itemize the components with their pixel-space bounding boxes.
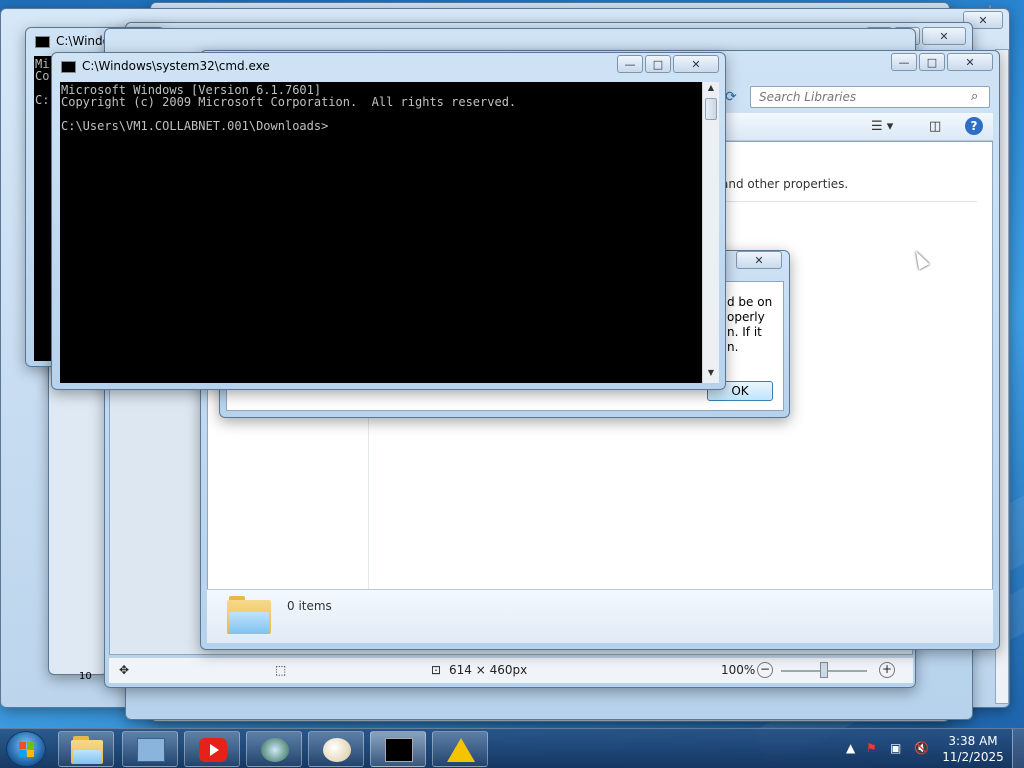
move-icon: ✥ <box>119 663 130 677</box>
close-button[interactable]: ✕ <box>673 55 719 73</box>
view-options-icon[interactable]: ☰ ▾ <box>871 119 893 134</box>
zoom-out-button[interactable]: − <box>757 662 773 678</box>
maximize-button[interactable]: □ <box>645 55 671 73</box>
folder-icon <box>71 736 103 764</box>
console-scrollbar[interactable]: ▲ ▼ <box>702 82 719 383</box>
minimize-button[interactable]: — <box>891 53 917 71</box>
close-button[interactable]: ✕ <box>736 251 782 269</box>
taskbar-browser[interactable] <box>246 731 302 767</box>
close-button[interactable]: ✕ <box>947 53 993 71</box>
image-size-icon: ⊡ <box>431 663 442 677</box>
maximize-button[interactable]: □ <box>919 53 945 71</box>
cmd-icon <box>35 36 50 48</box>
preview-pane-icon[interactable]: ◫ <box>929 119 941 134</box>
action-center-icon[interactable]: ⚑ <box>866 741 877 755</box>
search-icon[interactable]: ⌕ <box>971 89 978 104</box>
library-hint-text: and other properties. <box>721 177 849 191</box>
search-input[interactable]: Search Libraries <box>750 86 990 108</box>
taskbar-network[interactable] <box>122 731 178 767</box>
network-icon <box>137 738 165 762</box>
image-dimensions: 614 × 460px <box>449 663 528 677</box>
taskbar-explorer[interactable] <box>58 731 114 767</box>
minimize-button[interactable]: — <box>617 55 643 73</box>
taskbar-paint[interactable] <box>308 731 364 767</box>
zoom-slider-thumb[interactable] <box>820 662 828 678</box>
scroll-up-arrow[interactable]: ▲ <box>703 83 719 97</box>
network-status-icon[interactable]: ▣ <box>890 741 901 755</box>
cmd-titlebar[interactable]: C:\Windows\system32\cmd.exe — □ ✕ <box>52 53 725 81</box>
show-desktop-button[interactable] <box>1012 729 1024 768</box>
scroll-thumb[interactable] <box>705 98 717 120</box>
window-title: C:\Windows\system32\cmd.exe <box>82 59 270 73</box>
help-icon[interactable]: ? <box>965 117 983 135</box>
scroll-down-arrow[interactable]: ▼ <box>703 368 719 382</box>
refresh-icon[interactable]: ⟳ <box>725 89 737 105</box>
message-line: n. If it <box>727 325 762 339</box>
system-clock[interactable]: 3:38 AM 11/2/2025 <box>940 733 1006 765</box>
paint-statusbar: ✥ ⬚ ⊡ 614 × 460px 100% − + <box>109 657 913 683</box>
taskbar-cmd[interactable] <box>370 731 426 767</box>
selection-icon: ⬚ <box>275 663 287 677</box>
message-line: operly <box>727 310 765 324</box>
paint-icon <box>323 738 351 762</box>
divider <box>721 201 977 202</box>
volume-muted-icon[interactable]: 🔇 <box>914 741 929 755</box>
clock-date: 11/2/2025 <box>942 750 1004 764</box>
page-number: 10 <box>79 671 92 682</box>
library-folder-icon <box>227 596 271 634</box>
dialog-message: d be on operly n. If it n. <box>727 295 772 355</box>
console-output[interactable]: Microsoft Windows [Version 6.1.7601] Copy… <box>60 82 702 383</box>
message-line: d be on <box>727 295 773 309</box>
youtube-icon <box>199 738 227 762</box>
message-line: n. <box>727 340 739 354</box>
clock-time: 3:38 AM <box>948 734 998 748</box>
zoom-in-button[interactable]: + <box>879 662 895 678</box>
cmd-window[interactable]: C:\Windows\system32\cmd.exe — □ ✕ Micros… <box>51 52 726 390</box>
cmd-icon <box>61 61 76 73</box>
windows-logo-icon <box>19 742 35 758</box>
items-count: 0 items <box>287 599 332 613</box>
console-line: Copyright (c) 2009 Microsoft Corporation… <box>61 95 517 109</box>
console-prompt: C:\Users\VM1.COLLABNET.001\Downloads> <box>61 119 329 133</box>
cmd-icon <box>385 738 413 762</box>
warning-icon <box>447 738 475 762</box>
taskbar-youtube[interactable] <box>184 731 240 767</box>
start-button[interactable] <box>6 731 46 767</box>
browser-icon <box>261 738 289 762</box>
taskbar-warning[interactable] <box>432 731 488 767</box>
taskbar: ▲ ⚑ ▣ 🔇 3:38 AM 11/2/2025 <box>0 728 1024 768</box>
details-pane <box>207 589 993 643</box>
close-button[interactable]: ✕ <box>922 27 966 45</box>
show-hidden-icons-icon[interactable]: ▲ <box>846 741 855 755</box>
zoom-level: 100% <box>721 663 756 677</box>
